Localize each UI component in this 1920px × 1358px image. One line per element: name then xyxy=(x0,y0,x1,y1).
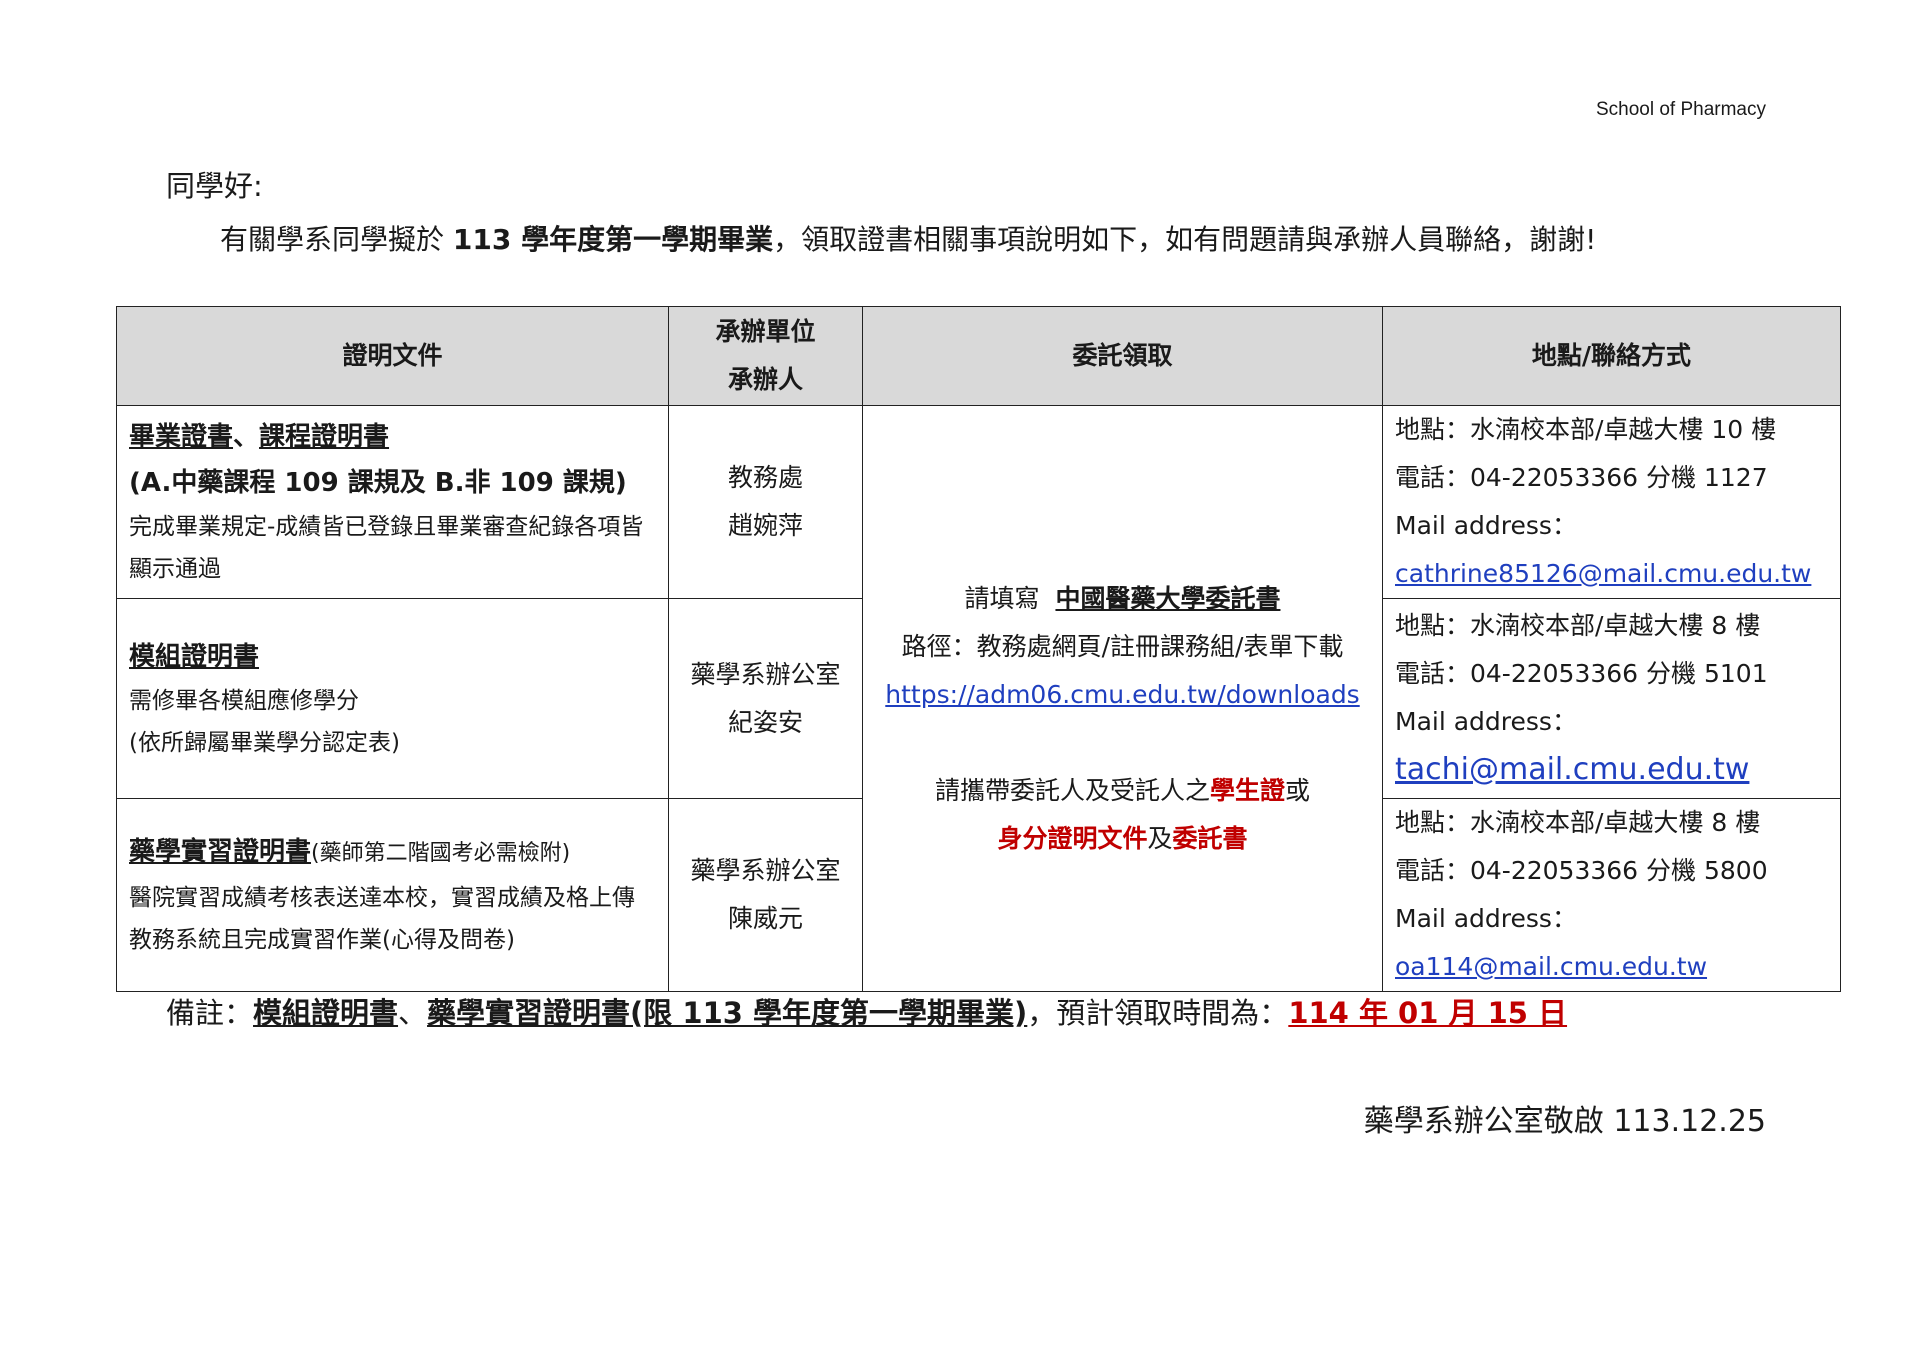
delegate-cell: 請填寫 中國醫藥大學委託書 路徑：教務處網頁/註冊課務組/表單下載 https:… xyxy=(862,405,1383,992)
delegate-path: 路徑：教務處網頁/註冊課務組/表單下載 xyxy=(901,631,1344,661)
contact-cell: 地點：水湳校本部/卓越大樓 8 樓 電話：04-22053366 分機 5101… xyxy=(1382,598,1841,799)
header-doc: 證明文件 xyxy=(116,306,669,406)
remark-sep: 、 xyxy=(398,996,428,1030)
doc-cell: 藥學實習證明書(藥師第二階國考必需檢附) 醫院實習成績考核表送達本校，實習成績及… xyxy=(116,798,669,992)
doc-title: 畢業證書 xyxy=(129,422,234,452)
doc-title: 模組證明書 xyxy=(129,641,260,672)
delegate-fill-prefix: 請填寫 xyxy=(964,583,1040,613)
remark: 備註：模組證明書、藥學實習證明書(限 113 學年度第一學期畢業)，預計領取時間… xyxy=(166,990,1567,1032)
contact-mail-label: Mail address： xyxy=(1395,904,1577,933)
doc-desc-2: (依所歸屬畢業學分認定表) xyxy=(129,729,400,756)
contact-mail-label: Mail address： xyxy=(1395,511,1577,540)
delegate-and: 及 xyxy=(1147,823,1173,853)
intro-paragraph: 有關學系同學擬於 113 學年度第一學期畢業，領取證書相關事項說明如下，如有問題… xyxy=(220,218,1596,258)
unit-person: 趙婉萍 xyxy=(727,511,803,540)
unit-cell: 教務處 趙婉萍 xyxy=(668,405,863,599)
unit-name: 藥學系辦公室 xyxy=(690,856,841,885)
delegate-student-id: 學生證 xyxy=(1209,775,1285,805)
table-row: 畢業證書、課程證明書 (A.中藥課程 109 課規及 B.非 109 課規) 完… xyxy=(116,405,1841,992)
doc-subtitle: (A.中藥課程 109 課規及 B.非 109 課規) xyxy=(129,468,627,498)
contact-phone: 電話：04-22053366 分機 1127 xyxy=(1395,463,1768,492)
unit-person: 陳威元 xyxy=(727,904,803,933)
contact-email-link[interactable]: oa114@mail.cmu.edu.tw xyxy=(1395,952,1707,981)
contact-phone: 電話：04-22053366 分機 5101 xyxy=(1395,659,1768,688)
delegate-download-link[interactable]: https://adm06.cmu.edu.tw/downloads xyxy=(885,680,1359,709)
delegate-bring-prefix: 請攜帶委託人及受託人之 xyxy=(934,775,1210,805)
remark-label: 備註： xyxy=(166,996,254,1030)
delegate-or: 或 xyxy=(1285,775,1311,805)
header-unit-line1: 承辦單位 xyxy=(715,317,816,346)
intro-pre: 有關學系同學擬於 xyxy=(220,223,453,256)
header-delegate: 委託領取 xyxy=(862,306,1383,406)
intro-term: 113 學年度第一學期畢業 xyxy=(452,223,774,256)
contact-phone: 電話：04-22053366 分機 5800 xyxy=(1395,856,1768,885)
contact-email-link[interactable]: tachi@mail.cmu.edu.tw xyxy=(1395,752,1749,787)
certificate-table: 證明文件 承辦單位 承辦人 委託領取 地點/聯絡方式 畢業證書、課程證明書 (A… xyxy=(116,306,1841,992)
doc-title: 藥學實習證明書 xyxy=(129,837,312,867)
delegate-form-title: 中國醫藥大學委託書 xyxy=(1055,583,1281,613)
signoff: 藥學系辦公室敬啟 113.12.25 xyxy=(1363,1104,1766,1139)
unit-cell: 藥學系辦公室 陳威元 xyxy=(668,798,863,992)
delegate-letter: 委託書 xyxy=(1172,823,1248,853)
doc-cell: 畢業證書、課程證明書 (A.中藥課程 109 課規及 B.非 109 課規) 完… xyxy=(116,405,669,599)
contact-location: 地點：水湳校本部/卓越大樓 8 樓 xyxy=(1395,808,1761,837)
unit-person: 紀姿安 xyxy=(727,707,803,737)
unit-name: 教務處 xyxy=(727,463,803,492)
contact-email-link[interactable]: cathrine85126@mail.cmu.edu.tw xyxy=(1395,559,1811,588)
contact-cell: 地點：水湳校本部/卓越大樓 10 樓 電話：04-22053366 分機 112… xyxy=(1382,405,1841,599)
unit-name: 藥學系辦公室 xyxy=(690,659,841,689)
table-header-row: 證明文件 承辦單位 承辦人 委託領取 地點/聯絡方式 xyxy=(116,306,1841,406)
contact-mail-label: Mail address： xyxy=(1395,707,1577,736)
header-unit-line2: 承辦人 xyxy=(727,365,803,394)
contact-cell: 地點：水湳校本部/卓越大樓 8 樓 電話：04-22053366 分機 5800… xyxy=(1382,798,1841,992)
doc-note: (藥師第二階國考必需檢附) xyxy=(311,841,571,866)
remark-item-2: 藥學實習證明書(限 113 學年度第一學期畢業) xyxy=(427,996,1028,1030)
greeting: 同學好: xyxy=(166,169,263,203)
remark-item-1: 模組證明書 xyxy=(253,996,399,1030)
doc-desc: 完成畢業規定-成績皆已登錄且畢業審查紀錄各項皆顯示通過 xyxy=(129,514,644,582)
remark-date: 114 年 01 月 15 日 xyxy=(1288,996,1568,1030)
header-unit: 承辦單位 承辦人 xyxy=(668,306,863,406)
doc-desc: 醫院實習成績考核表送達本校，實習成績及格上傳教務系統且完成實習作業(心得及問卷) xyxy=(129,885,635,953)
doc-desc-1: 需修畢各模組應修學分 xyxy=(129,687,359,714)
contact-location: 地點：水湳校本部/卓越大樓 8 樓 xyxy=(1395,611,1761,640)
doc-sep: 、 xyxy=(233,422,260,452)
doc-title-2: 課程證明書 xyxy=(259,422,390,452)
header-contact: 地點/聯絡方式 xyxy=(1382,306,1841,406)
unit-cell: 藥學系辦公室 紀姿安 xyxy=(668,598,863,799)
intro-post: ，領取證書相關事項說明如下，如有問題請與承辦人員聯絡，謝謝! xyxy=(773,223,1597,256)
doc-cell: 模組證明書 需修畢各模組應修學分 (依所歸屬畢業學分認定表) xyxy=(116,598,669,799)
remark-mid: ，預計領取時間為： xyxy=(1027,996,1289,1030)
school-name: School of Pharmacy xyxy=(1595,99,1766,120)
delegate-id-doc: 身分證明文件 xyxy=(997,823,1148,853)
contact-location: 地點：水湳校本部/卓越大樓 10 樓 xyxy=(1395,415,1777,444)
